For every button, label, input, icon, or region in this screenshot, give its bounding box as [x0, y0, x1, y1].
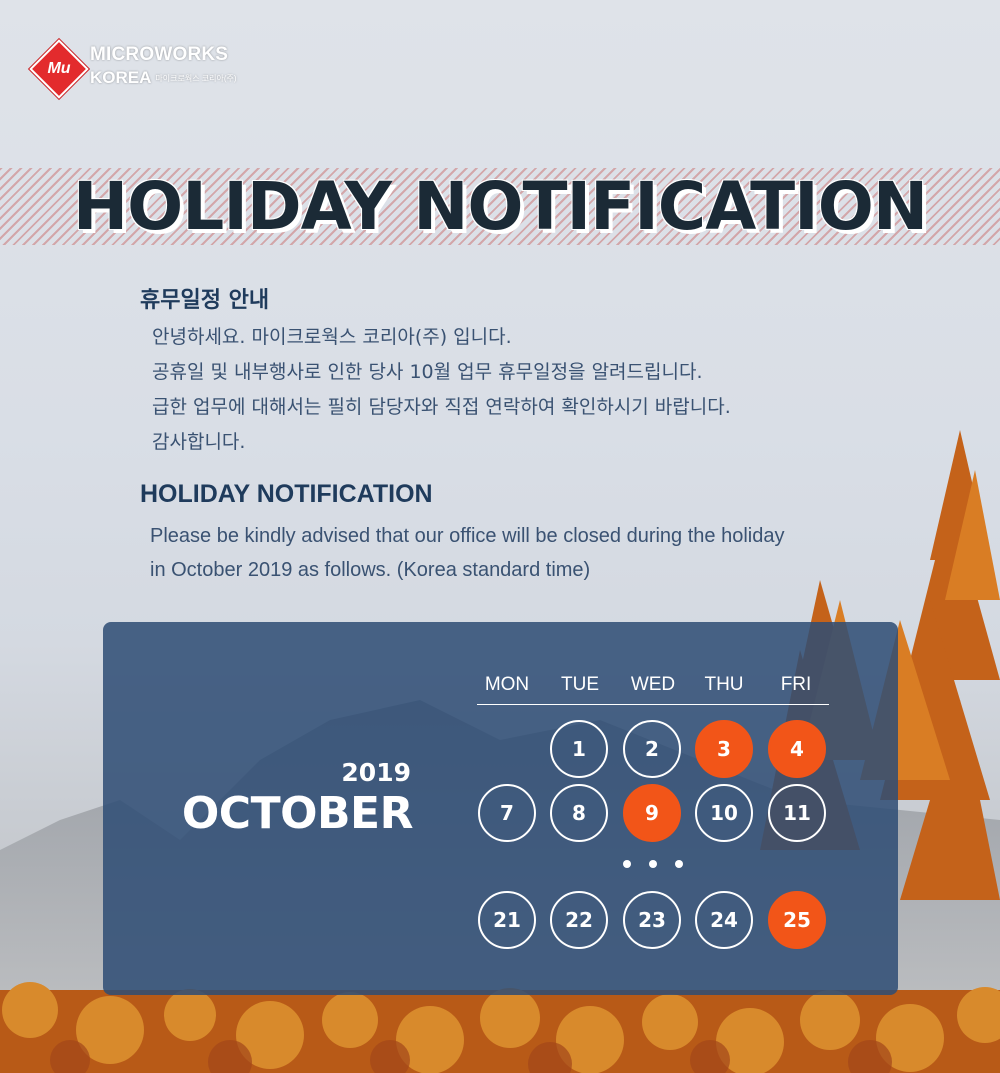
english-heading: HOLIDAY NOTIFICATION — [140, 480, 433, 508]
calendar-day: 21 — [478, 891, 536, 949]
weekday-divider — [477, 704, 829, 705]
calendar-day: 1 — [550, 720, 608, 778]
weekday-thu: THU — [704, 674, 744, 695]
english-body: Please be kindly advised that our office… — [150, 519, 784, 587]
logo-name: MICROWORKS — [90, 44, 229, 65]
korean-line: 공휴일 및 내부행사로 인한 당사 10월 업무 휴무일정을 알려드립니다. — [152, 361, 703, 383]
calendar-day-holiday: 25 — [768, 891, 826, 949]
korean-line: 급한 업무에 대해서는 필히 담당자와 직접 연락하여 확인하시기 바랍니다. — [152, 396, 731, 418]
holiday-calendar: 2019 OCTOBER MON TUE WED THU FRI 1 2 3 4… — [103, 622, 898, 995]
weekday-mon: MON — [484, 674, 530, 695]
calendar-day: 11 — [768, 784, 826, 842]
english-line: Please be kindly advised that our office… — [150, 525, 785, 547]
calendar-day: 10 — [695, 784, 753, 842]
korean-body: 안녕하세요. 마이크로웍스 코리아(주) 입니다. 공휴일 및 내부행사로 인한… — [152, 320, 731, 460]
calendar-day: 24 — [695, 891, 753, 949]
english-line: in October 2019 as follows. (Korea stand… — [150, 559, 591, 581]
calendar-day: 22 — [550, 891, 608, 949]
korean-line: 안녕하세요. 마이크로웍스 코리아(주) 입니다. — [152, 326, 512, 348]
korean-heading: 휴무일정 안내 — [140, 288, 270, 313]
korean-line: 감사합니다. — [152, 431, 246, 453]
calendar-month: OCTOBER — [181, 788, 414, 839]
company-logo: Mu MICROWORKS KOREA 마이크로웍스 코리아(주) — [29, 39, 264, 100]
weekday-fri: FRI — [780, 674, 812, 695]
calendar-day: 2 — [623, 720, 681, 778]
weekday-wed: WED — [630, 674, 676, 695]
calendar-day: 8 — [550, 784, 608, 842]
calendar-day-holiday: 4 — [768, 720, 826, 778]
calendar-day: 23 — [623, 891, 681, 949]
page-title: HOLIDAY NOTIFICATION — [0, 168, 1000, 245]
calendar-day-holiday: 9 — [623, 784, 681, 842]
weekday-tue: TUE — [561, 674, 599, 695]
logo-subtitle: KOREA 마이크로웍스 코리아(주) — [90, 68, 237, 87]
calendar-day-holiday: 3 — [695, 720, 753, 778]
ellipsis-dots — [623, 860, 693, 870]
logo-mark-icon: Mu — [29, 39, 89, 99]
calendar-year: 2019 — [341, 758, 411, 787]
calendar-day: 7 — [478, 784, 536, 842]
